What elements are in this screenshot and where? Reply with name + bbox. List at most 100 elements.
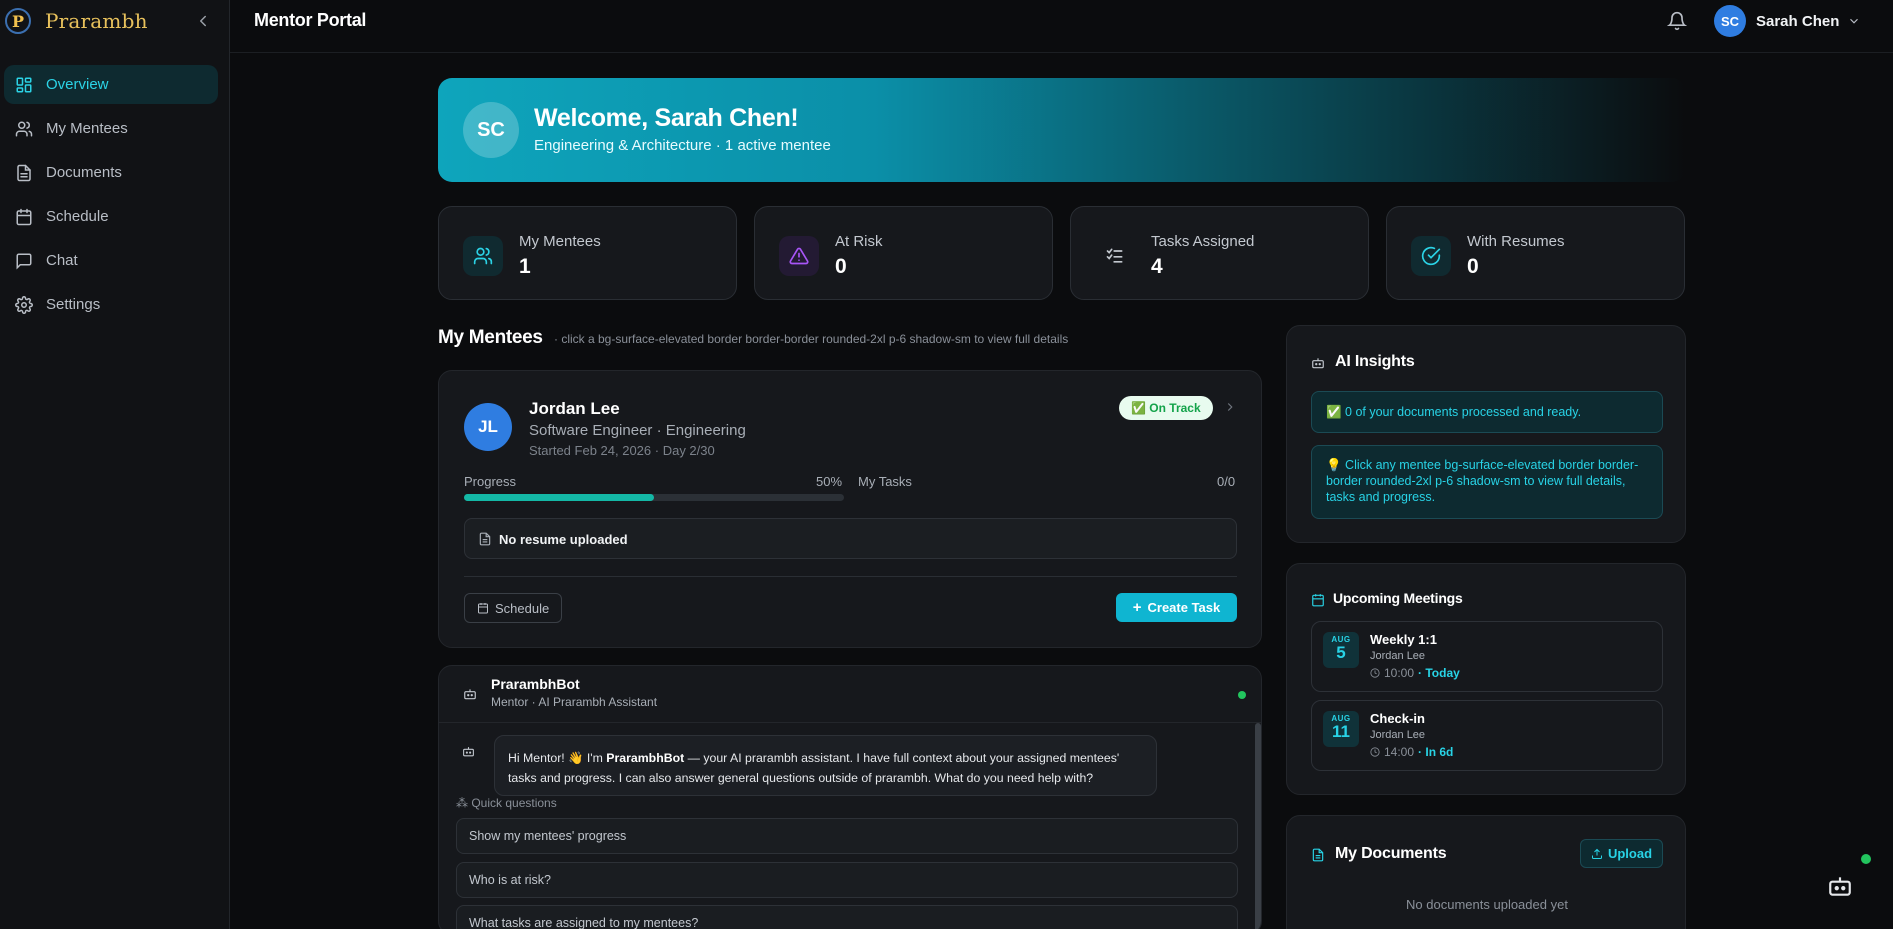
- progress-fill: [464, 494, 654, 501]
- welcome-banner: SC Welcome, Sarah Chen! Engineering & Ar…: [438, 78, 1686, 182]
- quick-question-button[interactable]: Who is at risk?: [456, 862, 1238, 898]
- stat-value: 1: [519, 255, 531, 278]
- chevron-right-icon[interactable]: [1223, 400, 1237, 414]
- user-menu[interactable]: SC Sarah Chen: [1714, 5, 1861, 37]
- user-name: Sarah Chen: [1756, 12, 1840, 30]
- sidebar-nav: Overview My Mentees Documents Schedule C…: [4, 65, 218, 329]
- robot-icon: [1312, 358, 1324, 369]
- document-icon: [14, 163, 34, 183]
- scrollbar[interactable]: [1255, 723, 1261, 929]
- resume-status: No resume uploaded: [499, 532, 628, 547]
- sparkle-icon: ⁂: [456, 796, 468, 810]
- schedule-button[interactable]: Schedule: [464, 593, 563, 623]
- create-task-button[interactable]: + Create Task: [1116, 593, 1237, 622]
- sidebar-item-schedule[interactable]: Schedule: [4, 197, 218, 236]
- sidebar-item-documents[interactable]: Documents: [4, 153, 218, 192]
- mentee-card[interactable]: JL Jordan Lee Software Engineer · Engine…: [438, 370, 1262, 648]
- online-indicator: [1238, 691, 1246, 699]
- sidebar-item-settings[interactable]: Settings: [4, 285, 218, 324]
- collapse-sidebar-icon[interactable]: [194, 12, 212, 30]
- chatbot-header: PrarambhBot Mentor · AI Prarambh Assista…: [439, 666, 1261, 723]
- ai-insights-panel: AI Insights ✅ 0 of your documents proces…: [1286, 325, 1686, 543]
- empty-state: No documents uploaded yet: [1406, 897, 1568, 912]
- sidebar-item-overview[interactable]: Overview: [4, 65, 218, 104]
- meeting-title: Weekly 1:1: [1370, 632, 1437, 647]
- meeting-title: Check-in: [1370, 711, 1425, 726]
- progress-bar: [464, 494, 844, 501]
- message-bold: PrarambhBot: [606, 751, 685, 765]
- clock-icon: [1370, 668, 1380, 678]
- section-title: My Mentees: [438, 327, 543, 348]
- quick-questions-label: ⁂ Quick questions: [456, 796, 557, 810]
- sidebar: P Prarambh Overview My Mentees Documents: [0, 0, 230, 929]
- welcome-title: Welcome, Sarah Chen!: [534, 104, 799, 132]
- stat-label: At Risk: [835, 233, 883, 250]
- progress-percent: 50%: [816, 474, 843, 489]
- avatar: SC: [463, 102, 519, 158]
- brand-name: Prarambh: [45, 9, 148, 33]
- calendar-icon: [478, 603, 488, 614]
- chevron-down-icon: [1850, 18, 1859, 24]
- date-day: 11: [1332, 722, 1350, 741]
- warning-icon: [779, 236, 819, 276]
- tasks-value: 0/0: [1217, 474, 1236, 489]
- upload-button[interactable]: Upload: [1580, 839, 1663, 868]
- document-icon: [1312, 848, 1324, 862]
- gear-icon: [14, 295, 34, 315]
- stat-value: 0: [1467, 255, 1479, 278]
- robot-icon: [464, 689, 476, 700]
- meeting-item[interactable]: AUG 5 Weekly 1:1 Jordan Lee 10:00 · Toda…: [1311, 621, 1663, 692]
- stat-card-my-mentees: My Mentees 1: [438, 206, 737, 300]
- my-documents-panel: My Documents Upload No documents uploade…: [1286, 815, 1686, 929]
- meeting-attendee: Jordan Lee: [1370, 729, 1426, 741]
- date-day: 5: [1336, 643, 1346, 662]
- quick-question-button[interactable]: What tasks are assigned to my mentees?: [456, 905, 1238, 929]
- chatbot-launcher-icon[interactable]: [1827, 873, 1853, 899]
- dashboard-icon: [14, 75, 34, 95]
- upcoming-meetings-panel: Upcoming Meetings AUG 5 Weekly 1:1 Jorda…: [1286, 563, 1686, 795]
- resume-box: No resume uploaded: [464, 518, 1237, 559]
- plus-icon: +: [1132, 599, 1142, 616]
- users-icon: [463, 236, 503, 276]
- meeting-time: 10:00 · Today: [1370, 666, 1460, 680]
- stat-label: With Resumes: [1467, 233, 1565, 250]
- date-badge: AUG 11: [1323, 711, 1359, 747]
- topbar: Mentor Portal SC Sarah Chen: [230, 0, 1893, 53]
- chatbot-panel: PrarambhBot Mentor · AI Prarambh Assista…: [438, 665, 1262, 929]
- bell-icon[interactable]: [1667, 11, 1687, 31]
- meeting-item[interactable]: AUG 11 Check-in Jordan Lee 14:00 · In 6d: [1311, 700, 1663, 771]
- stat-card-with-resumes: With Resumes 0: [1386, 206, 1685, 300]
- quick-question-button[interactable]: Show my mentees' progress: [456, 818, 1238, 854]
- section-hint: · click a bg-surface-elevated border bor…: [554, 332, 1069, 346]
- sidebar-item-chat[interactable]: Chat: [4, 241, 218, 280]
- check-circle-icon: [1411, 236, 1451, 276]
- stat-label: Tasks Assigned: [1151, 233, 1255, 250]
- sidebar-item-label: Documents: [46, 164, 122, 181]
- sidebar-item-label: Chat: [46, 252, 78, 269]
- progress-label: Progress: [464, 474, 517, 489]
- chatbot-name: PrarambhBot: [491, 676, 580, 692]
- meeting-attendee: Jordan Lee: [1370, 650, 1426, 662]
- sidebar-item-my-mentees[interactable]: My Mentees: [4, 109, 218, 148]
- status-badge: ✅ On Track: [1119, 396, 1213, 420]
- meeting-time-value: 10:00: [1384, 666, 1415, 680]
- document-icon: [479, 532, 491, 546]
- sidebar-item-label: Overview: [46, 76, 109, 93]
- upload-icon: [1591, 848, 1602, 859]
- insight-item: 💡 Click any mentee bg-surface-elevated b…: [1311, 445, 1663, 519]
- checklist-icon: [1095, 236, 1135, 276]
- panel-title: Upcoming Meetings: [1333, 590, 1463, 606]
- create-task-label: Create Task: [1147, 600, 1221, 615]
- sidebar-item-label: My Mentees: [46, 120, 128, 137]
- message-text: Hi Mentor! 👋 I'm: [508, 751, 607, 765]
- stat-value: 0: [835, 255, 847, 278]
- tasks-label: My Tasks: [858, 474, 912, 489]
- chat-message: Hi Mentor! 👋 I'm PrarambhBot — your AI p…: [494, 735, 1157, 796]
- clock-icon: [1370, 747, 1380, 757]
- robot-icon: [463, 747, 474, 757]
- insight-item: ✅ 0 of your documents processed and read…: [1311, 391, 1663, 433]
- sidebar-item-label: Settings: [46, 296, 101, 313]
- panel-title: My Documents: [1335, 845, 1447, 862]
- stat-card-at-risk: At Risk 0: [754, 206, 1053, 300]
- meeting-relative: · In 6d: [1418, 745, 1454, 759]
